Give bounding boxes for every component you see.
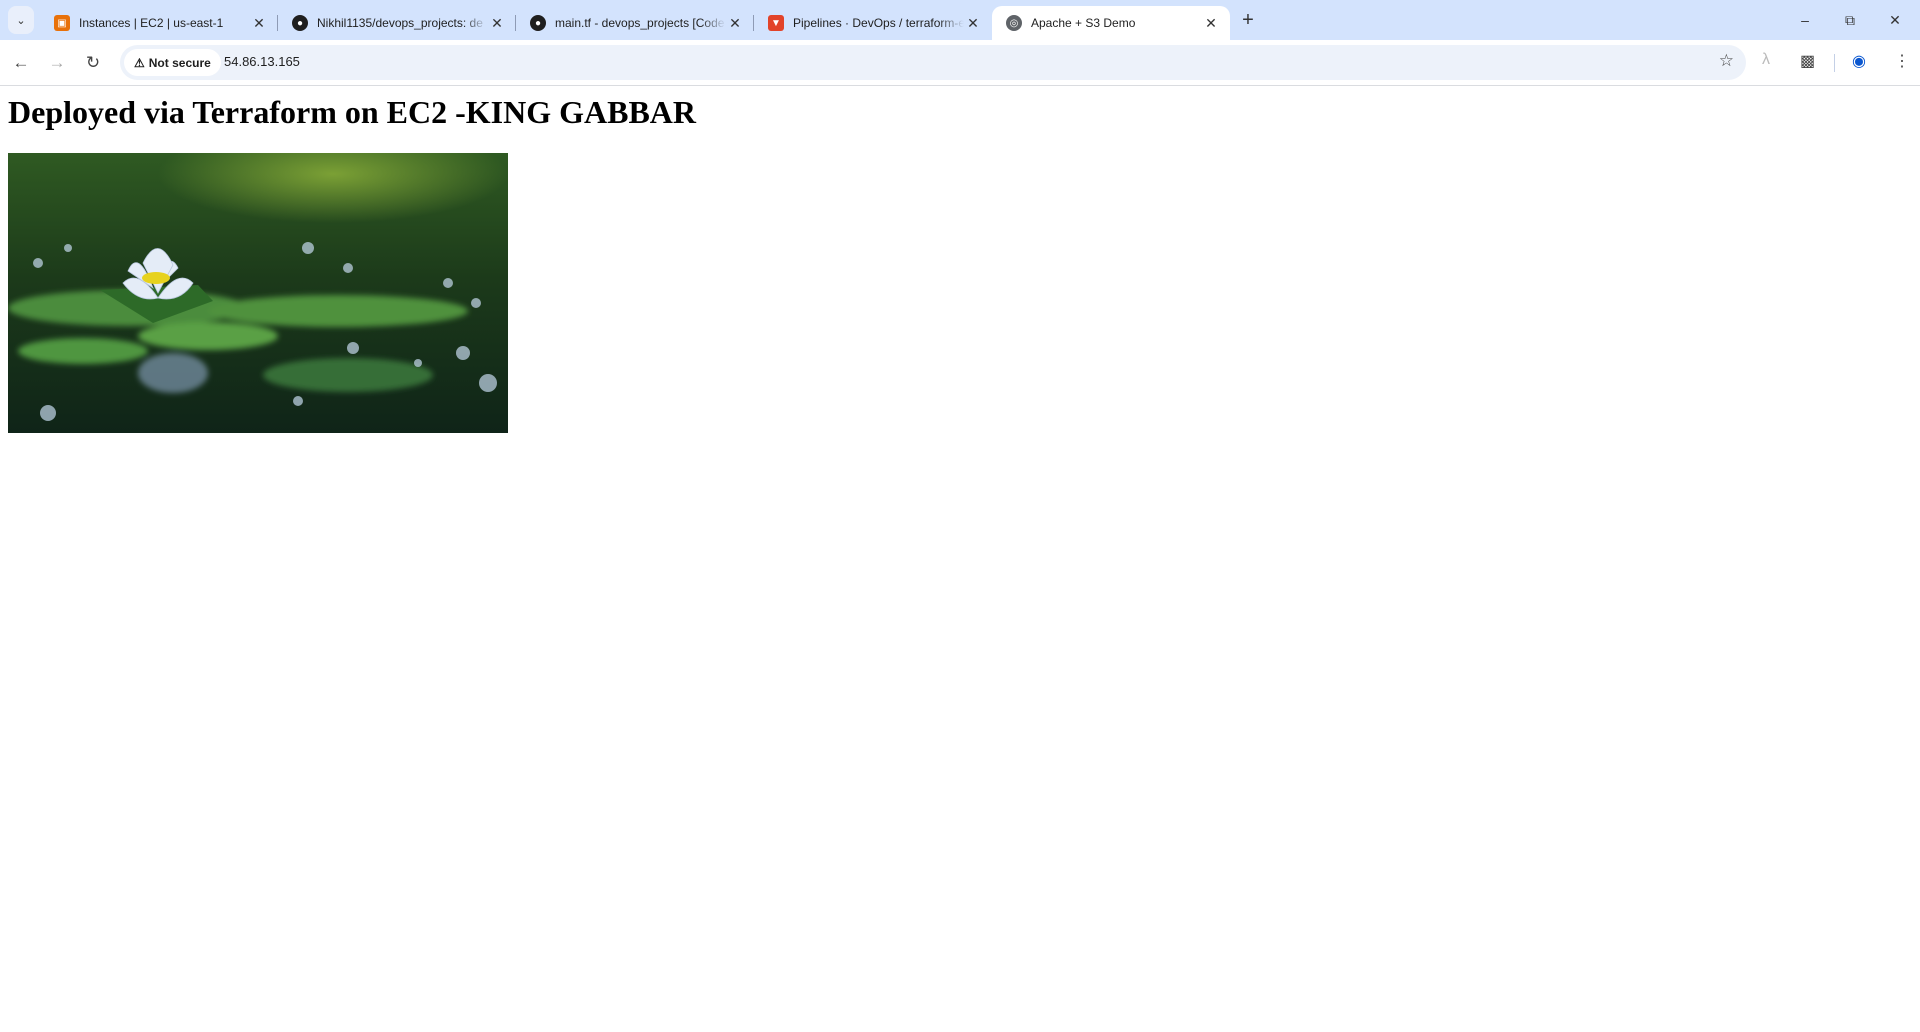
- github-icon: ●: [530, 15, 546, 31]
- tab-search-button[interactable]: ⌄: [8, 6, 34, 34]
- tab-title: main.tf - devops_projects [Code: [555, 16, 725, 30]
- tab-title: Nikhil1135/devops_projects: de: [317, 16, 483, 30]
- close-tab-icon[interactable]: ✕: [1202, 15, 1220, 32]
- close-tab-icon[interactable]: ✕: [726, 15, 744, 32]
- tab-github-repo[interactable]: ● Nikhil1135/devops_projects: de ✕: [278, 6, 516, 40]
- chevron-down-icon: ⌄: [16, 14, 26, 27]
- tab-strip: ⌄ ▣ Instances | EC2 | us-east-1 ✕ ● Nikh…: [0, 0, 1920, 40]
- close-tab-icon[interactable]: ✕: [964, 15, 982, 32]
- close-window-button[interactable]: ✕: [1875, 6, 1915, 34]
- tab-gitlab-pipelines[interactable]: ▼ Pipelines · DevOps / terraform-e ✕: [754, 6, 992, 40]
- site-info-button[interactable]: ⚠ Not secure: [124, 49, 221, 76]
- translate-icon[interactable]: λ: [1762, 51, 1770, 69]
- aws-ec2-icon: ▣: [54, 15, 70, 31]
- warning-icon: ⚠: [134, 55, 145, 70]
- github-icon: ●: [292, 15, 308, 31]
- tab-ec2-instances[interactable]: ▣ Instances | EC2 | us-east-1 ✕: [40, 6, 278, 40]
- page-heading: Deployed via Terraform on EC2 -KING GABB…: [8, 94, 696, 130]
- gitlab-icon: ▼: [768, 15, 784, 31]
- reload-button[interactable]: ↻: [80, 50, 106, 76]
- tab-title: Apache + S3 Demo: [1031, 16, 1136, 30]
- tab-title: Instances | EC2 | us-east-1: [79, 16, 224, 30]
- address-bar[interactable]: ⚠ Not secure 54.86.13.165 ☆: [120, 45, 1746, 80]
- forward-button[interactable]: →: [44, 50, 70, 76]
- browser-toolbar: ← → ↻ ⚠ Not secure 54.86.13.165 ☆ λ ▩ ◉ …: [0, 40, 1920, 86]
- water-lily-image: [8, 153, 508, 433]
- extensions-icon[interactable]: ▩: [1800, 51, 1815, 71]
- restore-button[interactable]: ⧉: [1830, 6, 1870, 34]
- profile-icon[interactable]: ◉: [1852, 51, 1866, 71]
- tab-apache-demo[interactable]: ◎ Apache + S3 Demo ✕: [992, 6, 1230, 40]
- close-tab-icon[interactable]: ✕: [250, 15, 268, 32]
- not-secure-label: Not secure: [148, 55, 211, 70]
- new-tab-button[interactable]: +: [1234, 6, 1262, 34]
- globe-icon: ◎: [1006, 15, 1022, 31]
- menu-icon[interactable]: ⋮: [1894, 51, 1910, 71]
- toolbar-divider: [1834, 54, 1835, 72]
- url-text[interactable]: 54.86.13.165: [224, 54, 300, 69]
- close-tab-icon[interactable]: ✕: [488, 15, 506, 32]
- back-button[interactable]: ←: [8, 50, 34, 76]
- bookmark-star-icon[interactable]: ☆: [1719, 51, 1734, 71]
- tab-title: Pipelines · DevOps / terraform-e: [793, 16, 964, 30]
- tab-github-main-tf[interactable]: ● main.tf - devops_projects [Code ✕: [516, 6, 754, 40]
- minimize-button[interactable]: –: [1785, 6, 1825, 34]
